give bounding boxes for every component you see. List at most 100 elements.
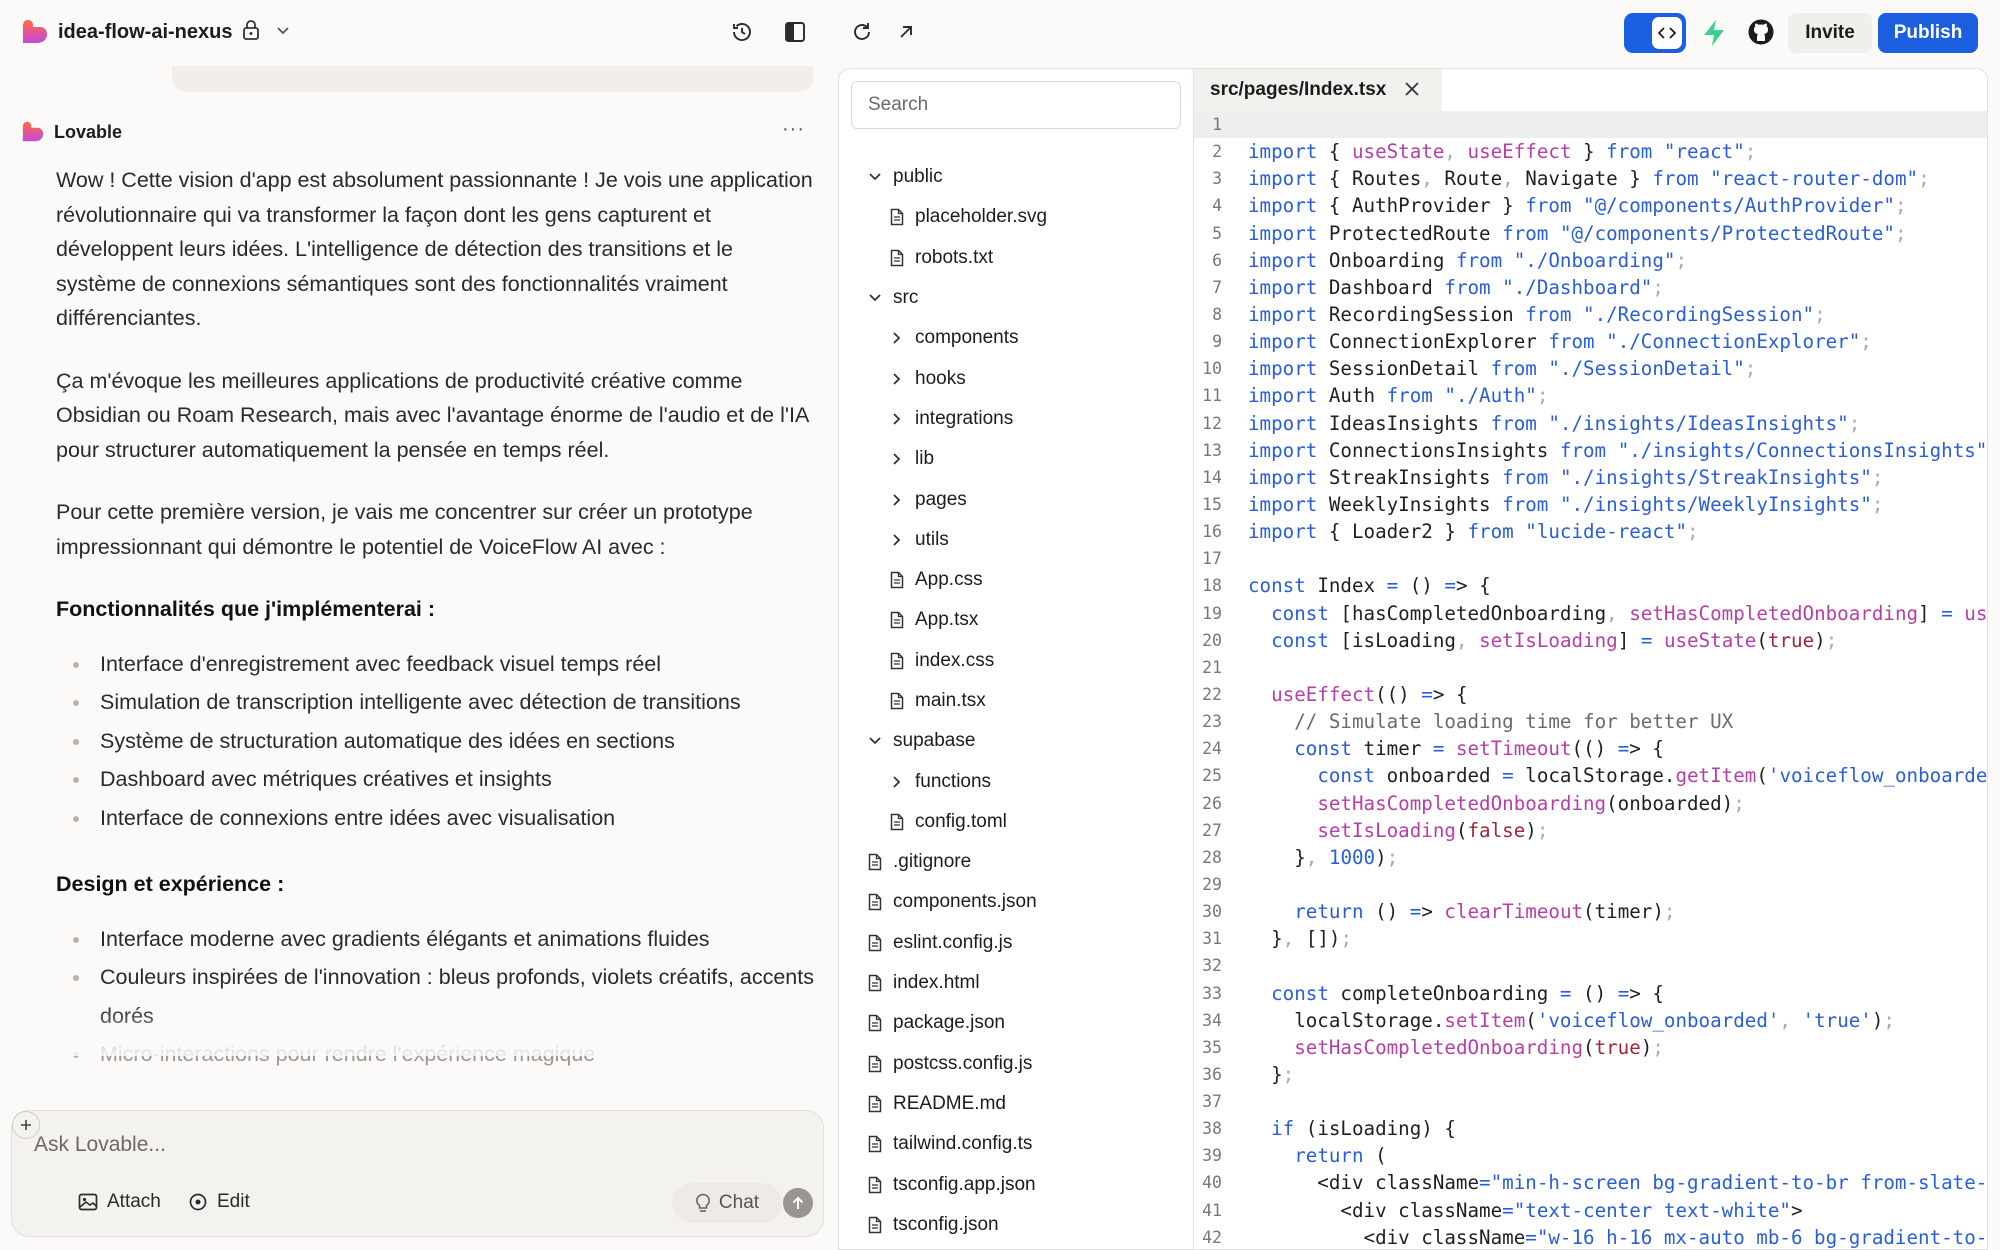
chat-label: Chat [718,1192,760,1213]
file-item[interactable]: tailwind.config.ts [839,1124,1194,1164]
code-line[interactable]: 19 const [hasCompletedOnboarding, setHas… [1194,600,1987,627]
file-item[interactable]: index.css [839,641,1194,681]
file-item[interactable]: package.json [839,1003,1194,1043]
file-item[interactable]: index.html [839,963,1194,1003]
file-item[interactable]: config.toml [839,802,1194,842]
code-line[interactable]: 26 setHasCompletedOnboarding(onboarded); [1194,790,1987,817]
supabase-icon[interactable] [1702,19,1726,47]
file-item[interactable]: eslint.config.js [839,923,1194,963]
file-icon [867,893,883,911]
file-tree-label: lib [915,448,935,470]
code-line[interactable]: 5 import ProtectedRoute from "@/component… [1194,220,1987,247]
code-line[interactable]: 34 localStorage.setItem('voiceflow_onboa… [1194,1007,1987,1034]
code-line[interactable]: 42 <div className="w-16 h-16 mx-auto mb-… [1194,1224,1987,1249]
publish-button[interactable]: Publish [1878,13,1978,53]
code-line[interactable]: 33 const completeOnboarding = () => { [1194,980,1987,1007]
file-item[interactable]: .gitignore [839,842,1194,882]
code-line[interactable]: 9 import ConnectionExplorer from "./Conne… [1194,328,1987,355]
close-icon[interactable] [1404,77,1420,103]
code-line[interactable]: 39 return ( [1194,1142,1987,1169]
code-line[interactable]: 30 return () => clearTimeout(timer); [1194,898,1987,925]
code-line[interactable]: 10 import SessionDetail from "./SessionDe… [1194,355,1987,382]
folder-item[interactable]: hooks [839,358,1194,398]
code-line[interactable]: 11 import Auth from "./Auth"; [1194,382,1987,409]
code-line[interactable]: 12 import IdeasInsights from "./insights/… [1194,410,1987,437]
file-item[interactable]: App.css [839,560,1194,600]
code-line[interactable]: 36 }; [1194,1061,1987,1088]
code-line[interactable]: 24 const timer = setTimeout(() => { [1194,735,1987,762]
folder-item[interactable]: functions [839,761,1194,801]
code-line[interactable]: 22 useEffect(() => { [1194,681,1987,708]
code-line[interactable]: 38 if (isLoading) { [1194,1115,1987,1142]
file-item[interactable]: tsconfig.app.json [839,1164,1194,1204]
folder-item[interactable]: supabase [839,721,1194,761]
folder-item[interactable]: src [839,278,1194,318]
code-line[interactable]: 2 import { useState, useEffect } from "re… [1194,138,1987,165]
line-number: 2 [1212,142,1222,162]
code-line[interactable]: 35 setHasCompletedOnboarding(true); [1194,1034,1987,1061]
file-search-input[interactable] [851,81,1181,129]
code-line[interactable]: 32 [1194,952,1987,979]
code-line[interactable]: 40 <div className="min-h-screen bg-gradi… [1194,1169,1987,1196]
github-icon[interactable] [1748,19,1774,45]
code-line[interactable]: 7 import Dashboard from "./Dashboard"; [1194,274,1987,301]
list-item: Dashboard avec métriques créatives et in… [56,760,816,799]
code-line[interactable]: 21 [1194,654,1987,681]
file-item[interactable]: tsconfig.json [839,1205,1194,1245]
editor-tab[interactable]: src/pages/Index.tsx [1194,69,1442,111]
file-tree-label: App.tsx [915,609,979,631]
code-line[interactable]: 6 import Onboarding from "./Onboarding"; [1194,247,1987,274]
code-line[interactable]: 20 const [isLoading, setIsLoading] = use… [1194,627,1987,654]
project-selector[interactable]: idea-flow-ai-nexus [22,19,290,45]
folder-item[interactable]: utils [839,520,1194,560]
history-icon[interactable] [730,20,754,44]
code-line[interactable]: 15 import WeeklyInsights from "./insights… [1194,491,1987,518]
edit-button[interactable]: Edit [188,1191,250,1213]
file-item[interactable]: postcss.config.js [839,1044,1194,1084]
file-item[interactable]: robots.txt [839,238,1194,278]
code-line[interactable]: 37 [1194,1088,1987,1115]
file-item[interactable]: components.json [839,882,1194,922]
open-external-icon[interactable] [894,20,918,44]
code-line[interactable]: 13 import ConnectionsInsights from "./ins… [1194,437,1987,464]
code-line[interactable]: 4 import { AuthProvider } from "@/compone… [1194,192,1987,219]
assistant-message: Wow ! Cette vision d'app est absolument … [56,163,816,1104]
ask-input[interactable] [34,1133,794,1157]
folder-item[interactable]: pages [839,479,1194,519]
code-line[interactable]: 28 }, 1000); [1194,844,1987,871]
code-line[interactable]: 16 import { Loader2 } from "lucide-react"… [1194,518,1987,545]
folder-item[interactable]: public [839,157,1194,197]
code-line[interactable]: 17 [1194,545,1987,572]
file-tree-label: .gitignore [893,851,972,873]
code-line[interactable]: 8 import RecordingSession from "./Recordi… [1194,301,1987,328]
file-item[interactable]: placeholder.svg [839,197,1194,237]
folder-item[interactable]: lib [839,439,1194,479]
code-line[interactable]: 25 const onboarded = localStorage.getIte… [1194,762,1987,789]
more-options-icon[interactable]: ··· [782,118,805,141]
file-item[interactable]: README.md [839,1084,1194,1124]
code-line[interactable]: 31 }, []); [1194,925,1987,952]
chevron-down-icon[interactable] [276,23,290,41]
chat-mode-button[interactable]: Chat [672,1183,782,1223]
code-line[interactable]: 27 setIsLoading(false); [1194,817,1987,844]
file-item[interactable]: App.tsx [839,600,1194,640]
code-line[interactable]: 29 [1194,871,1987,898]
chevron-right-icon [889,329,905,347]
invite-button[interactable]: Invite [1788,13,1872,53]
send-arrow-icon[interactable] [783,1188,813,1218]
refresh-icon[interactable] [850,20,874,44]
attach-button[interactable]: Attach [78,1191,161,1213]
code-line[interactable]: 41 <div className="text-center text-whit… [1194,1197,1987,1224]
folder-item[interactable]: components [839,318,1194,358]
sidebar-toggle-icon[interactable] [784,21,806,43]
file-item[interactable]: main.tsx [839,681,1194,721]
file-tree-label: eslint.config.js [893,931,1013,953]
code-view-toggle[interactable] [1624,13,1686,53]
code-line[interactable]: 1 [1194,111,1987,139]
code-line[interactable]: 3 import { Routes, Route, Navigate } from… [1194,165,1987,192]
code-line[interactable]: 23 // Simulate loading time for better U… [1194,708,1987,735]
file-tree-label: integrations [915,407,1014,429]
folder-item[interactable]: integrations [839,399,1194,439]
code-line[interactable]: 14 import StreakInsights from "./insights… [1194,464,1987,491]
code-line[interactable]: 18 const Index = () => { [1194,572,1987,599]
